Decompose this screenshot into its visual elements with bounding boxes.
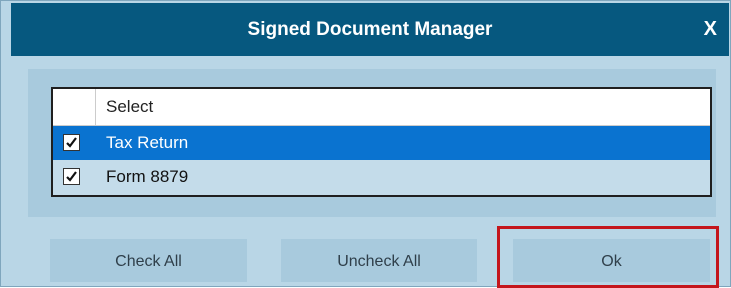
tax-return-checkbox[interactable] <box>63 134 80 151</box>
document-grid: Select Tax Return Form 8879 <box>51 87 712 197</box>
checkmark-icon <box>66 171 77 182</box>
select-column-header: Select <box>106 97 154 116</box>
close-button[interactable]: X <box>704 3 717 56</box>
uncheck-all-button[interactable]: Uncheck All <box>281 239 477 282</box>
check-all-button[interactable]: Check All <box>50 239 247 282</box>
ok-button[interactable]: Ok <box>513 239 710 282</box>
header-checkbox-column <box>53 89 96 125</box>
row-label: Tax Return <box>106 133 189 152</box>
table-row-tax-return[interactable]: Tax Return <box>53 126 710 160</box>
table-row-form-8879[interactable]: Form 8879 <box>53 160 710 194</box>
document-list-panel: Select Tax Return Form 8879 <box>28 69 716 217</box>
row-label: Form 8879 <box>106 167 189 186</box>
dialog-title: Signed Document Manager <box>247 19 493 40</box>
grid-header: Select <box>53 89 710 126</box>
dialog-titlebar: Signed Document Manager X <box>11 3 729 56</box>
form-8879-checkbox[interactable] <box>63 168 80 185</box>
checkmark-icon <box>66 137 77 148</box>
signed-document-manager-dialog: Signed Document Manager X Select Tax Ret… <box>0 0 731 288</box>
